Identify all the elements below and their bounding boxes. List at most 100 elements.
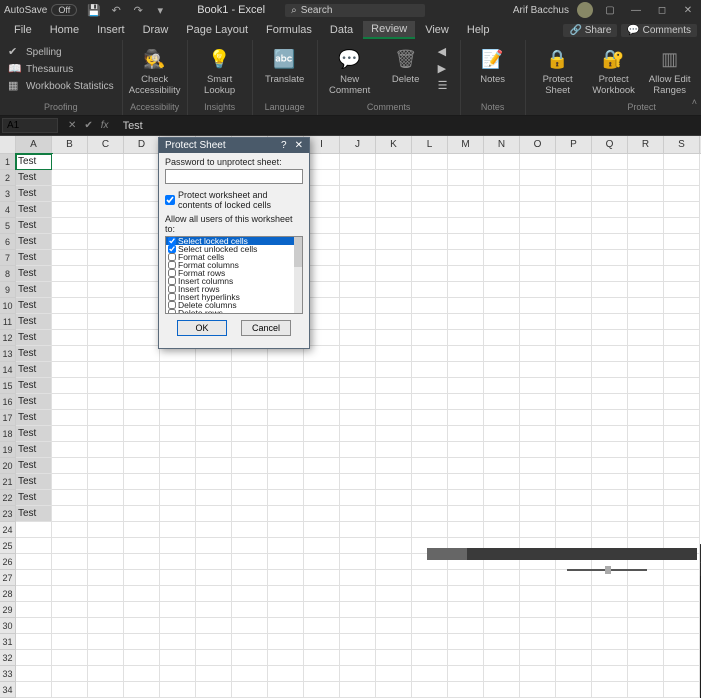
cell[interactable] bbox=[556, 218, 592, 234]
cell[interactable] bbox=[232, 634, 268, 650]
cell[interactable] bbox=[232, 378, 268, 394]
cell[interactable] bbox=[124, 394, 160, 410]
cell[interactable] bbox=[124, 570, 160, 586]
cell[interactable] bbox=[124, 282, 160, 298]
row-header[interactable]: 14 bbox=[0, 362, 16, 378]
spelling-button[interactable]: ✔Spelling bbox=[6, 44, 116, 60]
cell[interactable] bbox=[520, 410, 556, 426]
row-header[interactable]: 24 bbox=[0, 522, 16, 538]
cell[interactable] bbox=[88, 618, 124, 634]
cell[interactable] bbox=[556, 458, 592, 474]
cell[interactable] bbox=[340, 666, 376, 682]
cell[interactable] bbox=[556, 618, 592, 634]
cell[interactable] bbox=[412, 346, 448, 362]
column-header[interactable]: B bbox=[52, 136, 88, 153]
cell[interactable] bbox=[448, 362, 484, 378]
cell[interactable] bbox=[88, 218, 124, 234]
cell[interactable] bbox=[304, 474, 340, 490]
cell[interactable] bbox=[88, 378, 124, 394]
cell[interactable] bbox=[232, 650, 268, 666]
cell[interactable] bbox=[196, 378, 232, 394]
cell[interactable] bbox=[232, 554, 268, 570]
cell[interactable] bbox=[52, 490, 88, 506]
cell[interactable] bbox=[124, 234, 160, 250]
cell[interactable] bbox=[340, 186, 376, 202]
cell[interactable] bbox=[124, 298, 160, 314]
cell[interactable] bbox=[484, 346, 520, 362]
cell[interactable] bbox=[556, 298, 592, 314]
cell[interactable] bbox=[448, 618, 484, 634]
tab-review[interactable]: Review bbox=[363, 21, 415, 39]
cell[interactable] bbox=[484, 218, 520, 234]
row-header[interactable]: 12 bbox=[0, 330, 16, 346]
cell[interactable] bbox=[592, 378, 628, 394]
cell[interactable] bbox=[664, 506, 700, 522]
cell[interactable] bbox=[412, 634, 448, 650]
cell[interactable] bbox=[124, 218, 160, 234]
cell[interactable] bbox=[124, 314, 160, 330]
cell[interactable] bbox=[124, 170, 160, 186]
translate-button[interactable]: 🔤Translate bbox=[259, 42, 311, 85]
cell[interactable] bbox=[448, 634, 484, 650]
row-header[interactable]: 21 bbox=[0, 474, 16, 490]
cell[interactable] bbox=[124, 650, 160, 666]
permissions-list[interactable]: Select locked cellsSelect unlocked cells… bbox=[165, 236, 303, 314]
cell[interactable] bbox=[268, 538, 304, 554]
cell[interactable] bbox=[664, 234, 700, 250]
cell[interactable] bbox=[16, 522, 52, 538]
cell[interactable] bbox=[484, 474, 520, 490]
tab-formulas[interactable]: Formulas bbox=[258, 22, 320, 38]
cell[interactable] bbox=[160, 634, 196, 650]
cell[interactable] bbox=[124, 330, 160, 346]
cell[interactable] bbox=[376, 298, 412, 314]
cell[interactable] bbox=[160, 570, 196, 586]
cell[interactable] bbox=[340, 634, 376, 650]
workbook-stats-button[interactable]: ▦Workbook Statistics bbox=[6, 78, 116, 94]
cell[interactable] bbox=[376, 266, 412, 282]
cell[interactable] bbox=[520, 618, 556, 634]
cell[interactable] bbox=[124, 202, 160, 218]
cell[interactable] bbox=[124, 266, 160, 282]
cell[interactable] bbox=[340, 394, 376, 410]
cell[interactable]: Test bbox=[16, 314, 52, 330]
list-scrollbar[interactable] bbox=[294, 237, 302, 313]
cell[interactable] bbox=[88, 538, 124, 554]
cell[interactable]: Test bbox=[16, 250, 52, 266]
cell[interactable] bbox=[448, 570, 484, 586]
cell[interactable] bbox=[664, 170, 700, 186]
cell[interactable]: Test bbox=[16, 170, 52, 186]
cell[interactable] bbox=[124, 186, 160, 202]
minimize-icon[interactable]: — bbox=[627, 5, 645, 16]
cell[interactable] bbox=[88, 298, 124, 314]
cell[interactable] bbox=[52, 266, 88, 282]
cell[interactable] bbox=[268, 394, 304, 410]
cell[interactable] bbox=[124, 154, 160, 170]
cell[interactable] bbox=[88, 394, 124, 410]
cell[interactable] bbox=[196, 362, 232, 378]
cell[interactable] bbox=[484, 186, 520, 202]
cell[interactable] bbox=[52, 570, 88, 586]
row-header[interactable]: 3 bbox=[0, 186, 16, 202]
cell[interactable] bbox=[592, 186, 628, 202]
cell[interactable] bbox=[340, 250, 376, 266]
cell[interactable] bbox=[268, 602, 304, 618]
cell[interactable] bbox=[52, 682, 88, 698]
cell[interactable] bbox=[340, 202, 376, 218]
row-header[interactable]: 16 bbox=[0, 394, 16, 410]
cell[interactable] bbox=[196, 538, 232, 554]
cell[interactable] bbox=[664, 330, 700, 346]
cell[interactable] bbox=[376, 426, 412, 442]
cell[interactable] bbox=[88, 170, 124, 186]
dialog-titlebar[interactable]: Protect Sheet ? ✕ bbox=[159, 138, 309, 153]
cell[interactable] bbox=[520, 346, 556, 362]
cell[interactable] bbox=[628, 474, 664, 490]
cell[interactable] bbox=[232, 522, 268, 538]
cell[interactable] bbox=[592, 602, 628, 618]
cell[interactable] bbox=[268, 522, 304, 538]
cell[interactable] bbox=[268, 634, 304, 650]
cell[interactable] bbox=[232, 490, 268, 506]
cell[interactable] bbox=[592, 250, 628, 266]
column-header[interactable]: P bbox=[556, 136, 592, 153]
cell[interactable] bbox=[304, 538, 340, 554]
cell[interactable] bbox=[124, 474, 160, 490]
